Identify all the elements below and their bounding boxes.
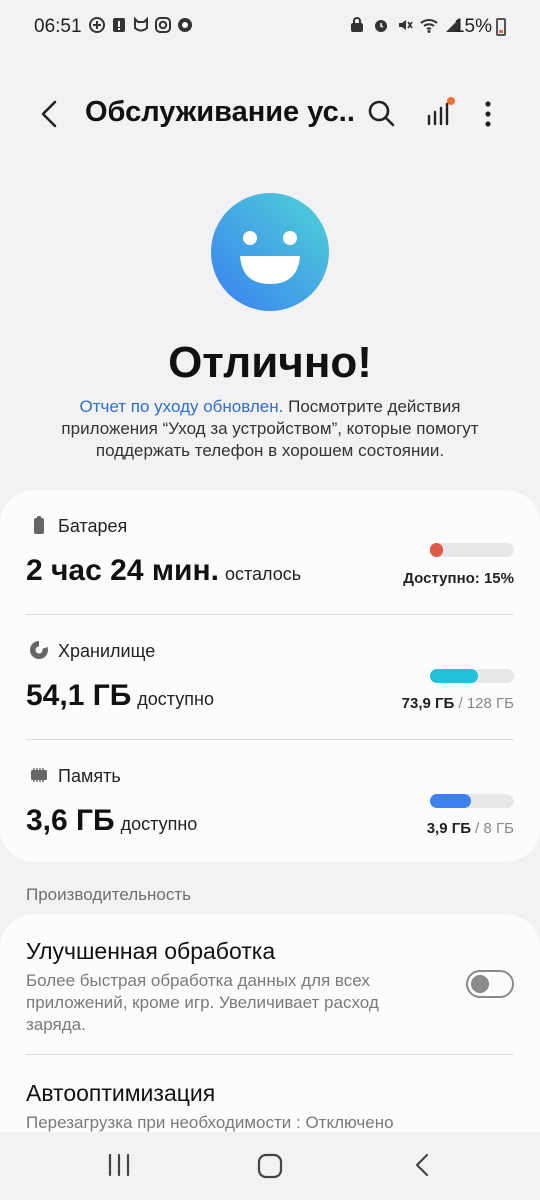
report-link[interactable]: Отчет по уходу обновлен. [80,397,284,416]
battery-level-bar [430,543,514,557]
nav-back-icon[interactable] [408,1150,438,1180]
notification-dot [447,97,455,105]
auto-optimization-title: Автооптимизация [26,1080,216,1106]
storage-value-line: 54,1 ГБ доступно [26,679,214,713]
instagram-icon [155,17,171,33]
storage-level-bar [430,669,514,683]
alert-icon [113,18,125,32]
divider [26,1054,514,1055]
memory-level-bar [430,794,514,808]
system-icons [348,16,462,34]
wifi-icon [420,19,438,33]
storage-pie-icon [30,641,48,659]
storage-usage: 73,9 ГБ / 128 ГБ [402,695,514,712]
memory-value-line: 3,6 ГБ доступно [26,804,197,838]
chrome-icon [178,18,192,32]
memory-used: 3,9 ГБ [426,820,472,837]
recents-icon[interactable] [104,1152,134,1178]
app-bar: Обслуживание ус... [0,80,540,150]
mute-icon [399,20,413,30]
status-description: Отчет по уходу обновлен. Посмотрите дейс… [30,396,510,462]
storage-title: Хранилище [58,641,156,661]
memory-level-fill [430,794,471,808]
home-icon[interactable] [256,1152,284,1180]
more-options-icon[interactable] [470,94,506,134]
battery-icon [34,516,44,534]
memory-chip-icon [31,768,47,782]
enhanced-processing-title: Улучшенная обработка [26,938,276,964]
storage-value: 54,1 ГБ [26,679,132,712]
lock-clock-icon [351,17,363,32]
status-bar: 06:51 15% [0,0,540,56]
status-time: 06:51 [34,16,82,37]
status-headline: Отлично! [168,338,372,387]
memory-unit: доступно [120,814,198,834]
plus-circle-icon [89,17,105,33]
device-status-card: Батарея 2 час 24 мин. осталось Доступно: … [0,490,540,862]
performance-card: Улучшенная обработка Более быстрая обраб… [0,914,540,1132]
back-arrow-icon[interactable] [30,94,70,134]
stats-icon[interactable] [420,94,460,134]
battery-row[interactable]: Батарея 2 час 24 мин. осталось Доступно: … [0,490,540,614]
storage-level-fill [430,669,479,683]
navigation-bar [0,1132,540,1200]
storage-used: 73,9 ГБ [401,695,455,712]
memory-usage: 3,9 ГБ / 8 ГБ [427,820,514,837]
storage-total: / 128 ГБ [454,695,514,712]
battery-title: Батарея [58,516,128,536]
memory-value: 3,6 ГБ [26,804,115,837]
search-icon[interactable] [362,94,402,134]
notification-icons [88,16,194,34]
battery-value-line: 2 час 24 мин. осталось [26,554,301,588]
auto-optimization-description: Перезагрузка при необходимости : Отключе… [26,1113,394,1132]
page-title: Обслуживание ус... [85,96,355,128]
battery-percent: 15% [453,16,492,37]
battery-available: Доступно: 15% [403,570,514,587]
mi-icon [134,16,148,32]
storage-row[interactable]: Хранилище 54,1 ГБ доступно 73,9 ГБ / 128 … [0,615,540,739]
performance-section-label: Производительность [26,885,192,904]
storage-unit: доступно [137,689,214,709]
enhanced-processing-description: Более быстрая обработка данных для всех … [26,971,379,1034]
memory-title: Память [58,766,121,786]
enhanced-processing-toggle[interactable] [466,970,514,998]
memory-total: / 8 ГБ [471,820,514,837]
battery-unit: осталось [224,564,302,584]
battery-icon [496,18,506,36]
battery-value: 2 час 24 мин. [26,554,219,587]
battery-level-fill [430,543,443,557]
alarm-icon [375,20,387,32]
toggle-knob [471,975,489,993]
memory-row[interactable]: Память 3,6 ГБ доступно 3,9 ГБ / 8 ГБ [0,740,540,864]
smiley-face-icon [211,193,329,311]
